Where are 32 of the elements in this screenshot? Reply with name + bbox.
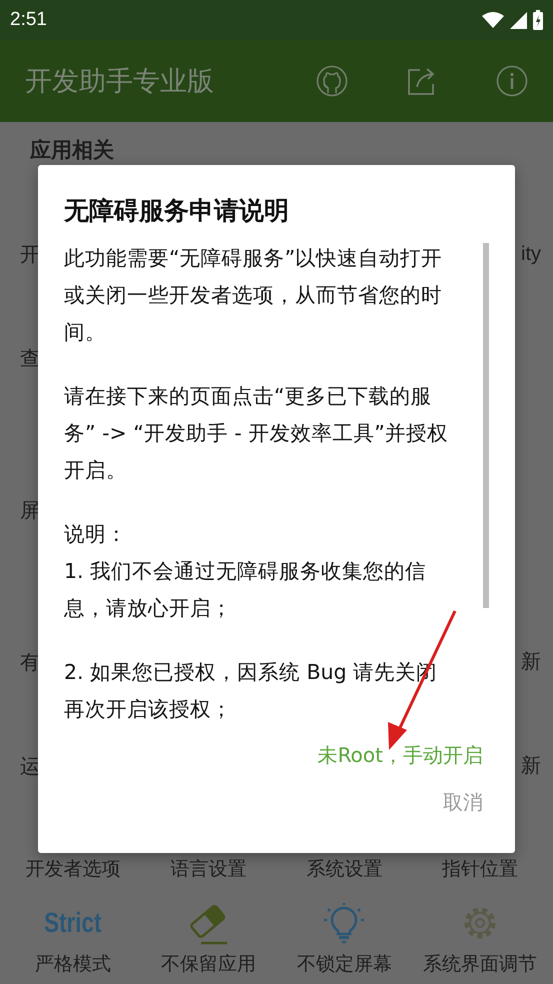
shortcut-label[interactable]: 语言设置 — [140, 857, 276, 881]
list-item-label: 查 — [20, 346, 40, 370]
light-bulb-icon[interactable] — [322, 901, 366, 945]
tool-label[interactable]: 系统界面调节 — [423, 951, 538, 977]
shortcut-label[interactable]: 系统设置 — [276, 857, 412, 881]
manual-enable-button[interactable]: 未Root，手动开启 — [310, 732, 491, 779]
list-item-label: 新 — [521, 754, 541, 778]
info-icon[interactable] — [496, 65, 528, 97]
battery-icon — [533, 10, 543, 30]
list-item-label: 屏 — [20, 498, 40, 522]
shortcut-label[interactable]: 开发者选项 — [5, 857, 141, 881]
dialog-title: 无障碍服务申请说明 — [64, 195, 290, 227]
list-item-label: ity — [521, 242, 541, 266]
dialog-paragraph: 请在接下来的页面点击“更多已下载的服务” -> “开发助手 - 开发效率工具”并授权开启。 — [64, 383, 449, 484]
dialog-paragraph: 说明： — [64, 521, 127, 548]
list-item-label: 开 — [20, 242, 40, 266]
section-heading: 应用相关 — [28, 138, 114, 162]
tool-label[interactable]: 严格模式 — [34, 951, 111, 977]
tool-label[interactable]: 不保留应用 — [161, 951, 256, 977]
signal-icon — [510, 12, 527, 28]
dialog-paragraph: 此功能需要“无障碍服务”以快速自动打开或关闭一些开发者选项，从而节省您的时间。 — [64, 245, 444, 346]
wifi-icon — [482, 12, 504, 28]
dialog-paragraph: 1. 我们不会通过无障碍服务收集您的信息，请放心开启； — [64, 558, 428, 622]
status-time: 2:51 — [10, 9, 47, 31]
shortcut-label[interactable]: 指针位置 — [412, 857, 548, 881]
github-icon[interactable] — [316, 65, 348, 97]
list-item-label: 新 — [521, 650, 541, 674]
app-title: 开发助手专业版 — [25, 65, 215, 99]
list-item-label: 运 — [20, 754, 40, 778]
list-item-label: 有 — [20, 650, 40, 674]
tool-label[interactable]: 不锁定屏幕 — [296, 951, 392, 977]
cancel-button[interactable]: 取消 — [435, 779, 491, 826]
